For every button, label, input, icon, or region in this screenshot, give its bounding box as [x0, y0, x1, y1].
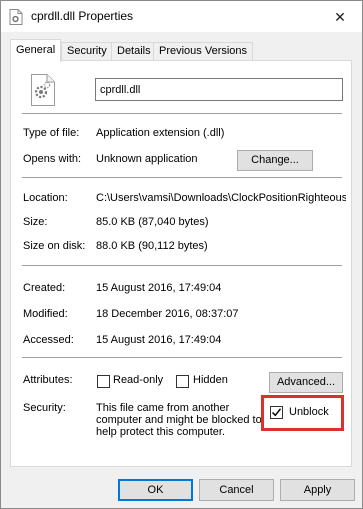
security-label: Security:	[23, 402, 66, 414]
security-message: This file came from another computer and…	[96, 402, 286, 438]
read-only-label[interactable]: Read-only	[113, 374, 163, 386]
type-of-file-value: Application extension (.dll)	[96, 127, 225, 139]
size-on-disk-label: Size on disk:	[23, 240, 86, 252]
file-icon	[9, 9, 23, 25]
title-bar: cprdll.dll Properties ✕	[1, 1, 362, 32]
tab-general[interactable]: General	[10, 39, 62, 62]
window-title: cprdll.dll Properties	[31, 9, 134, 23]
location-label: Location:	[23, 192, 68, 204]
change-button[interactable]: Change...	[237, 150, 313, 171]
unblock-highlight: Unblock	[261, 395, 344, 431]
properties-dialog: cprdll.dll Properties ✕ General Security…	[0, 0, 363, 509]
opens-with-label: Opens with:	[23, 153, 82, 165]
security-message-line: computer and might be blocked to	[96, 414, 262, 426]
checkmark-icon	[271, 408, 282, 417]
hidden-label[interactable]: Hidden	[193, 374, 228, 386]
hidden-checkbox[interactable]	[176, 375, 189, 388]
modified-value: 18 December 2016, 08:37:07	[96, 308, 239, 320]
modified-label: Modified:	[23, 308, 68, 320]
tab-security[interactable]: Security	[61, 42, 113, 61]
general-panel: Type of file: Application extension (.dl…	[10, 60, 352, 467]
security-message-line: This file came from another	[96, 402, 230, 414]
attributes-label: Attributes:	[23, 374, 73, 386]
size-on-disk-value: 88.0 KB (90,112 bytes)	[96, 240, 208, 252]
unblock-checkbox[interactable]	[270, 406, 283, 419]
accessed-label: Accessed:	[23, 334, 74, 346]
created-value: 15 August 2016, 17:49:04	[96, 282, 222, 294]
size-value: 85.0 KB (87,040 bytes)	[96, 216, 209, 228]
divider	[22, 265, 342, 266]
tab-previous-versions[interactable]: Previous Versions	[153, 42, 254, 61]
type-of-file-label: Type of file:	[23, 127, 80, 139]
advanced-button[interactable]: Advanced...	[269, 372, 343, 393]
location-value: C:\Users\vamsi\Downloads\ClockPositionRi…	[96, 192, 346, 204]
apply-button[interactable]: Apply	[280, 479, 355, 501]
opens-with-value: Unknown application	[96, 153, 198, 165]
tab-details[interactable]: Details	[111, 42, 157, 61]
divider	[22, 357, 342, 358]
size-label: Size:	[23, 216, 48, 228]
accessed-value: 15 August 2016, 17:49:04	[96, 334, 222, 346]
divider	[22, 113, 342, 114]
divider	[22, 177, 342, 178]
cancel-button[interactable]: Cancel	[199, 479, 274, 501]
dll-file-icon	[30, 74, 56, 106]
unblock-label[interactable]: Unblock	[289, 406, 329, 418]
read-only-checkbox[interactable]	[97, 375, 110, 388]
created-label: Created:	[23, 282, 66, 294]
ok-button[interactable]: OK	[118, 479, 193, 501]
file-name-input[interactable]	[95, 78, 343, 101]
close-icon[interactable]: ✕	[329, 6, 351, 28]
security-message-line: help protect this computer.	[96, 426, 226, 438]
